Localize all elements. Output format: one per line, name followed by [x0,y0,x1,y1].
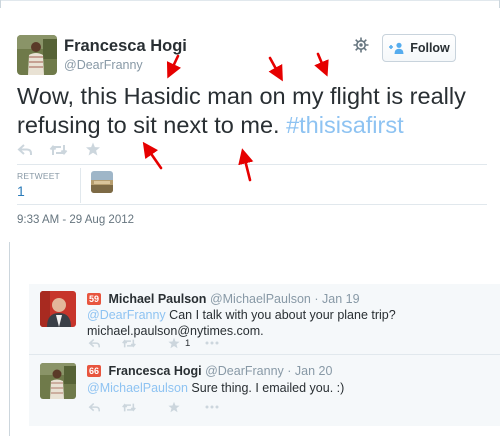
annotation-arrow [238,148,254,182]
annotation-arrows [142,52,329,182]
annotation-arrow [166,54,182,79]
annotation-arrow [142,141,163,170]
annotation-arrow [314,52,329,77]
annotation-arrow [268,56,283,82]
